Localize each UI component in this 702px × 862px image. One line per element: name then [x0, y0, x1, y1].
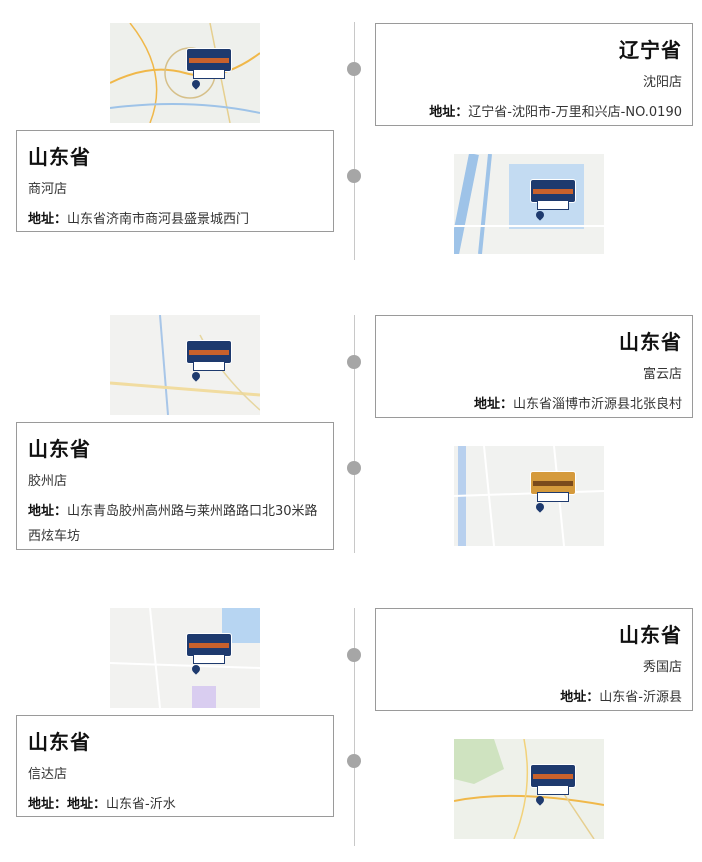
store-marker: [530, 471, 576, 502]
store-map-thumbnail[interactable]: [110, 608, 260, 708]
map-icon: [454, 154, 604, 254]
map-icon: [110, 608, 260, 708]
map-icon: [454, 446, 604, 546]
store-map-thumbnail[interactable]: [454, 446, 604, 546]
province-title: 山东省: [28, 437, 91, 461]
map-icon: [454, 739, 604, 839]
store-map-thumbnail[interactable]: [454, 739, 604, 839]
store-map-thumbnail[interactable]: [110, 315, 260, 415]
store-name: 胶州店: [28, 474, 68, 489]
store-card: 山东省 胶州店 地址：山东青岛胶州高州路与莱州路路口北30米路西炫车坊: [16, 422, 334, 550]
store-address: 地址：山东省淄博市沂源县北张良村: [473, 397, 682, 412]
timeline-line: [354, 315, 355, 553]
province-title: 山东省: [619, 623, 682, 647]
store-marker: [186, 633, 232, 664]
store-address: 地址：山东省济南市商河县盛景城西门: [28, 212, 250, 227]
store-name: 富云店: [642, 367, 682, 382]
province-title: 山东省: [619, 330, 682, 354]
store-map-thumbnail[interactable]: [454, 154, 604, 254]
province-title: 山东省: [28, 730, 91, 754]
store-marker: [186, 48, 232, 79]
map-icon: [110, 23, 260, 123]
timeline-dot: [347, 355, 361, 369]
store-address: 地址：山东青岛胶州高州路与莱州路路口北30米路西炫车坊: [28, 504, 318, 544]
store-address: 地址：山东省-沂源县: [560, 690, 682, 705]
province-title: 山东省: [28, 145, 91, 169]
timeline-dot: [347, 62, 361, 76]
store-card: 山东省 信达店 地址：地址：山东省-沂水: [16, 715, 334, 817]
timeline-dot: [347, 461, 361, 475]
store-name: 沈阳店: [642, 75, 682, 90]
store-address: 地址：辽宁省-沈阳市-万里和兴店-NO.0190: [429, 105, 682, 120]
store-map-thumbnail[interactable]: [110, 23, 260, 123]
timeline-dot: [347, 754, 361, 768]
map-icon: [110, 315, 260, 415]
store-name: 秀国店: [642, 660, 682, 675]
store-marker: [186, 340, 232, 371]
store-name: 信达店: [28, 767, 68, 782]
store-name: 商河店: [28, 182, 68, 197]
timeline-dot: [347, 169, 361, 183]
timeline-line: [354, 22, 355, 260]
store-marker: [530, 764, 576, 795]
store-address: 地址：地址：山东省-沂水: [28, 797, 176, 812]
store-card: 辽宁省 沈阳店 地址：辽宁省-沈阳市-万里和兴店-NO.0190: [375, 23, 693, 126]
timeline-line: [354, 608, 355, 846]
store-card: 山东省 富云店 地址：山东省淄博市沂源县北张良村: [375, 315, 693, 418]
store-marker: [530, 179, 576, 210]
store-card: 山东省 商河店 地址：山东省济南市商河县盛景城西门: [16, 130, 334, 232]
timeline-dot: [347, 648, 361, 662]
province-title: 辽宁省: [619, 38, 682, 62]
store-card: 山东省 秀国店 地址：山东省-沂源县: [375, 608, 693, 711]
